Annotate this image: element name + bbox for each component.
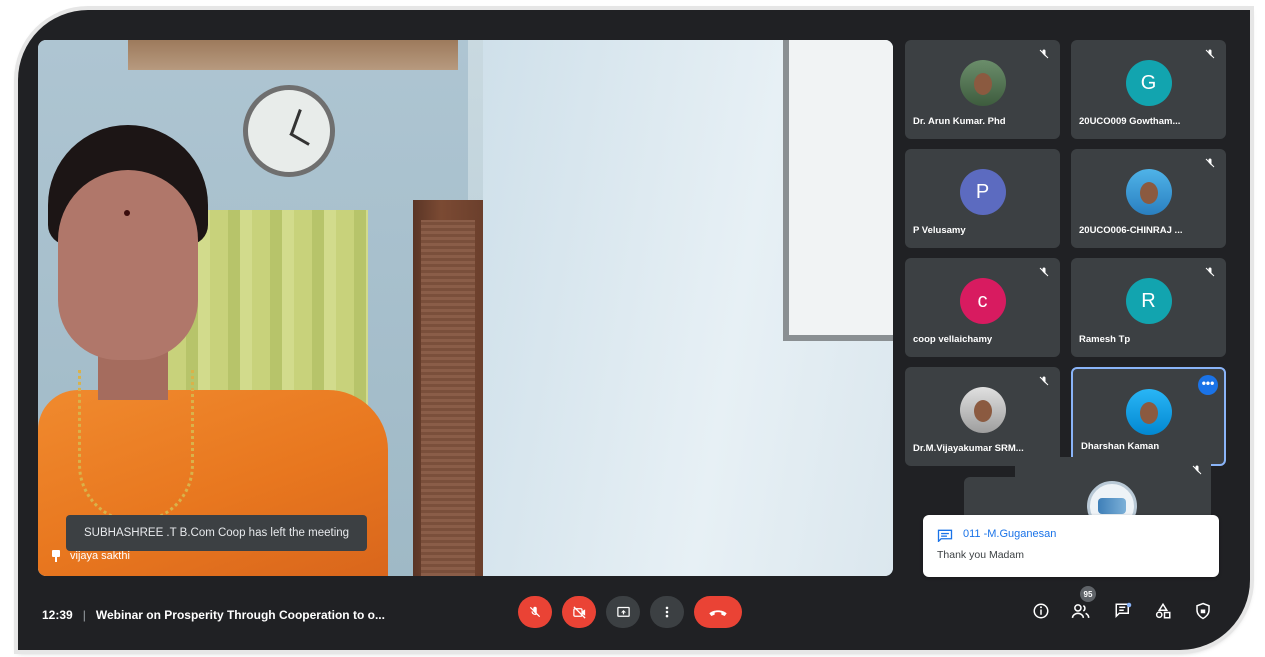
avatar: R (1125, 278, 1172, 324)
speaker-name: vijaya sakthi (70, 550, 130, 562)
door (413, 200, 483, 576)
camera-off-icon (572, 605, 586, 619)
mic-off-icon (529, 606, 541, 618)
activities-icon (1155, 602, 1171, 619)
mic-off-icon (1191, 463, 1203, 481)
chat-button[interactable] (1112, 600, 1134, 622)
chat-icon (1115, 602, 1132, 619)
participant-name: Ramesh Tp (1079, 334, 1131, 345)
participant-tile[interactable]: P P Velusamy (905, 149, 1060, 248)
end-call-icon (709, 610, 727, 616)
leave-call-button[interactable] (694, 596, 742, 628)
more-vert-icon (665, 606, 669, 618)
participant-tile[interactable]: Dr. Arun Kumar. Phd (905, 40, 1060, 139)
participant-name: P Velusamy (913, 225, 966, 236)
more-options-icon[interactable]: ••• (1198, 375, 1218, 395)
mic-off-button[interactable] (518, 596, 552, 628)
mic-off-icon (1202, 46, 1218, 62)
meeting-info: 12:39 | Webinar on Prosperity Through Coop… (42, 608, 385, 622)
whiteboard (783, 40, 893, 341)
bottom-control-bar: 12:39 | Webinar on Prosperity Through Coop… (18, 586, 1250, 650)
separator: | (82, 608, 86, 622)
participant-tile[interactable]: G 20UCO009 Gowtham... (1071, 40, 1226, 139)
participant-name: 20UCO006-CHINRAJ ... (1079, 225, 1183, 236)
present-button[interactable] (606, 596, 640, 628)
more-options-button[interactable] (650, 596, 684, 628)
chat-sender: 011 -M.Guganesan (963, 528, 1057, 540)
mic-off-icon (1036, 373, 1052, 389)
avatar (959, 60, 1006, 106)
meeting-title: Webinar on Prosperity Through Cooperatio… (95, 608, 385, 622)
host-controls-icon (1196, 602, 1210, 620)
participant-tile[interactable]: c coop vellaichamy (905, 258, 1060, 357)
participant-name: 20UCO009 Gowtham... (1079, 116, 1181, 127)
camera-off-button[interactable] (562, 596, 596, 628)
activities-button[interactable] (1152, 600, 1174, 622)
participant-tile[interactable]: 20UCO006-CHINRAJ ... (1071, 149, 1226, 248)
participant-name: Dr. Arun Kumar. Phd (913, 116, 1006, 127)
avatar: P (959, 169, 1006, 215)
participant-count-badge: 95 (1080, 586, 1096, 602)
chat-notification[interactable]: 011 -M.Guganesan Thank you Madam (923, 515, 1219, 577)
participant-name: coop vellaichamy (913, 334, 993, 345)
mic-off-icon (1202, 155, 1218, 171)
chat-message: Thank you Madam (937, 549, 1024, 561)
chat-icon (937, 529, 953, 542)
people-button[interactable] (1070, 600, 1092, 622)
participant-tile[interactable]: Dr.M.Vijayakumar SRM... (905, 367, 1060, 466)
meeting-details-button[interactable] (1030, 600, 1052, 622)
participant-tile-active[interactable]: ••• Dharshan Kaman (1071, 367, 1226, 466)
speaker-figure (38, 100, 408, 576)
people-icon (1071, 604, 1090, 619)
mic-off-icon (1036, 264, 1052, 280)
avatar (959, 387, 1006, 433)
avatar: c (959, 278, 1006, 324)
meeting-time: 12:39 (42, 608, 73, 622)
participant-name: Dr.M.Vijayakumar SRM... (913, 443, 1024, 454)
host-controls-button[interactable] (1192, 600, 1214, 622)
main-video[interactable]: SUBHASHREE .T B.Com Coop has left the me… (38, 40, 893, 576)
participant-tile[interactable]: R Ramesh Tp (1071, 258, 1226, 357)
meet-window: SUBHASHREE .T B.Com Coop has left the me… (18, 10, 1250, 650)
pin-icon[interactable] (52, 550, 60, 562)
avatar: G (1125, 60, 1172, 106)
mic-off-icon (1202, 264, 1218, 280)
speaker-label: vijaya sakthi (52, 550, 130, 562)
mic-off-icon (1036, 46, 1052, 62)
info-icon (1033, 603, 1049, 619)
avatar (1125, 169, 1172, 215)
left-meeting-toast: SUBHASHREE .T B.Com Coop has left the me… (66, 515, 368, 551)
participant-name: Dharshan Kaman (1081, 441, 1160, 452)
avatar (1125, 389, 1172, 435)
present-screen-icon (616, 606, 630, 617)
